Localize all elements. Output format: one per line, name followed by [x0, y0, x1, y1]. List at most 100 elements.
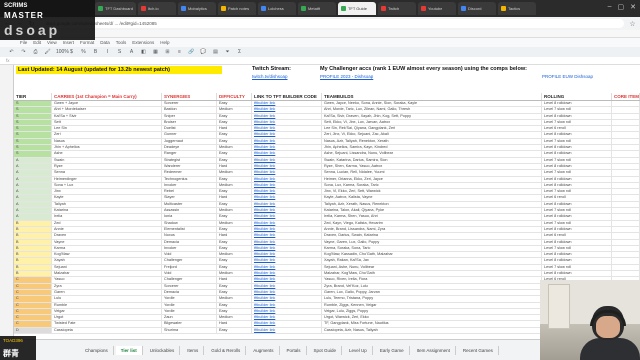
cell-core-items[interactable] — [612, 170, 640, 176]
cell-rolling[interactable]: Level 7 slow roll — [542, 170, 612, 176]
cell-core-items[interactable] — [612, 201, 640, 208]
cell-difficulty[interactable]: Hard — [217, 321, 252, 327]
cell-rolling[interactable]: Level 8 rolldown — [542, 214, 612, 220]
cell-difficulty[interactable]: Easy — [217, 151, 252, 157]
cell-carries[interactable]: Veigar — [52, 308, 162, 315]
cell-tier[interactable]: A — [14, 163, 52, 170]
cell-comp[interactable]: Sona, Lux, Karma, Soraka, Taric — [322, 182, 542, 189]
cell-difficulty[interactable]: Easy — [217, 289, 252, 296]
formula-bar[interactable]: fx — [0, 57, 640, 65]
cell-link[interactable]: tftbuilder link — [252, 308, 322, 315]
cell-rolling[interactable]: Level 7 slow roll — [542, 220, 612, 226]
cell-synergies[interactable]: Rebel — [162, 189, 217, 195]
cell-synergies[interactable]: Slayer — [162, 195, 217, 201]
header-difficulty[interactable]: DIFFICULTY — [217, 93, 252, 100]
cell-comp[interactable]: Garen, Lux, Galio, Poppy, Jarvan — [322, 289, 542, 296]
cell-core-items[interactable] — [612, 220, 640, 226]
cell-link[interactable]: tftbuilder link — [252, 113, 322, 119]
cell-synergies[interactable]: Redeemer — [162, 170, 217, 176]
cell-carries[interactable]: Annie — [52, 226, 162, 233]
undo-icon[interactable]: ↶ — [8, 49, 15, 55]
cell-synergies[interactable]: Technogenius — [162, 176, 217, 182]
cell-rolling[interactable]: Level 7 slow roll — [542, 157, 612, 163]
cell-link[interactable]: tftbuilder link — [252, 189, 322, 195]
cell-difficulty[interactable]: Easy — [217, 101, 252, 107]
cell-tier[interactable]: S — [14, 113, 52, 119]
header-comp[interactable]: TEAMBUILDS — [322, 93, 542, 100]
cell-tier[interactable]: S — [14, 132, 52, 138]
cell-rolling[interactable]: Level 8 rolldown — [542, 101, 612, 107]
italic-icon[interactable]: I — [104, 49, 111, 55]
cell-link[interactable]: tftbuilder link — [252, 226, 322, 233]
cell-difficulty[interactable]: Hard — [217, 233, 252, 239]
cell-carries[interactable]: Ashe — [52, 151, 162, 157]
cell-carries[interactable]: Rumble — [52, 302, 162, 308]
cell-rolling[interactable]: Level 8 rolldown — [542, 239, 612, 245]
cell-core-items[interactable] — [612, 107, 640, 113]
cell-tier[interactable]: S — [14, 126, 52, 132]
cell-carries[interactable]: Zed — [52, 220, 162, 226]
cell-comp[interactable]: Kai'Sa, Sivir, Draven, Xayah, Jhin, Kog,… — [322, 113, 542, 119]
cell-synergies[interactable]: Yordle — [162, 302, 217, 308]
cell-carries[interactable]: Lulu — [52, 296, 162, 302]
borders-icon[interactable]: ▦ — [152, 49, 159, 55]
cell-synergies[interactable]: Ranger — [162, 151, 217, 157]
menu-item-insert[interactable]: Insert — [63, 40, 74, 45]
cell-carries[interactable]: Yasuo — [52, 277, 162, 283]
cell-link[interactable]: tftbuilder link — [252, 327, 322, 333]
menu-item-view[interactable]: View — [47, 40, 57, 45]
cell-rolling[interactable]: Level 7 slow roll — [542, 264, 612, 271]
cell-carries[interactable]: Jhin + Aphelios — [52, 145, 162, 151]
cell-synergies[interactable]: Strategist — [162, 157, 217, 163]
sheet-tab[interactable]: Spot Guide — [309, 345, 343, 355]
cell-tier[interactable]: C — [14, 315, 52, 321]
cell-difficulty[interactable]: Easy — [217, 189, 252, 195]
align-icon[interactable]: ≡ — [176, 49, 183, 55]
cell-difficulty[interactable]: Easy — [217, 283, 252, 289]
link-icon[interactable]: 🔗 — [188, 49, 195, 55]
cell-link[interactable]: tftbuilder link — [252, 233, 322, 239]
cell-difficulty[interactable]: Hard — [217, 126, 252, 132]
url-input[interactable]: docs.google.com/spreadsheets/d/ ... /edi… — [40, 19, 624, 28]
cell-synergies[interactable]: Zaun — [162, 315, 217, 321]
cell-core-items[interactable] — [612, 151, 640, 157]
cell-rolling[interactable]: Level 8 rolldown — [542, 252, 612, 258]
browser-tab[interactable]: TFT Dashboard — [95, 2, 136, 15]
cell-core-items[interactable] — [612, 208, 640, 214]
header-link[interactable]: LINK TO TFT BUILDER CODE — [252, 93, 322, 100]
browser-tab[interactable]: Twitch — [377, 2, 416, 15]
cell-core-items[interactable] — [612, 264, 640, 271]
browser-tab[interactable]: Tactics — [497, 2, 536, 15]
cell-difficulty[interactable]: Easy — [217, 327, 252, 333]
cell-comp[interactable]: Sett, Ekko, Vi, Jinx, Lux, Jarvan, Aatro… — [322, 119, 542, 126]
cell-tier[interactable]: C — [14, 296, 52, 302]
cell-comp[interactable]: Annie, Brand, Lissandra, Nami, Zyra — [322, 226, 542, 233]
close-icon[interactable]: ✕ — [630, 3, 636, 11]
cell-carries[interactable]: Xayah — [52, 258, 162, 264]
cell-core-items[interactable] — [612, 214, 640, 220]
cell-synergies[interactable]: Ionia — [162, 214, 217, 220]
cell-comp[interactable]: Rumble, Ziggs, Kennen, Veigar — [322, 302, 542, 308]
cell-difficulty[interactable]: Easy — [217, 157, 252, 163]
cell-link[interactable]: tftbuilder link — [252, 283, 322, 289]
cell-difficulty[interactable]: Hard — [217, 195, 252, 201]
cell-synergies[interactable]: Juggernaut — [162, 138, 217, 145]
menu-item-help[interactable]: Help — [160, 40, 169, 45]
cell-rolling[interactable]: Level 6 reroll — [542, 195, 612, 201]
zoom-icon[interactable]: 100% — [56, 49, 69, 55]
cell-difficulty[interactable]: Easy — [217, 113, 252, 119]
cell-synergies[interactable]: Challenger — [162, 258, 217, 264]
browser-tab[interactable]: Patch notes — [217, 2, 256, 15]
cell-tier[interactable]: B — [14, 258, 52, 264]
cell-comp[interactable]: Kayle, Aatrox, Kalista, Vayne — [322, 195, 542, 201]
cell-tier[interactable]: A — [14, 182, 52, 189]
cell-core-items[interactable] — [612, 239, 640, 245]
cell-synergies[interactable]: Bruiser — [162, 119, 217, 126]
cell-rolling[interactable]: Level 7 slow roll — [542, 107, 612, 113]
menu-item-data[interactable]: Data — [100, 40, 110, 45]
cell-carries[interactable]: Kayle — [52, 195, 162, 201]
cell-difficulty[interactable]: Easy — [217, 245, 252, 252]
cell-comp[interactable]: Ryze, Shen, Karma, Yasuo, Aatrox — [322, 163, 542, 170]
cell-tier[interactable]: S — [14, 119, 52, 126]
cell-carries[interactable]: Gwen + Jayce — [52, 101, 162, 107]
